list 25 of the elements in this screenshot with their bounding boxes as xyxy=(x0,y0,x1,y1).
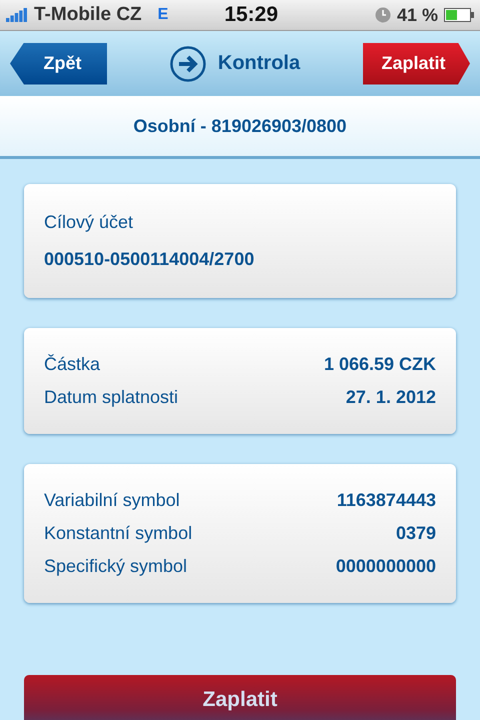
field-label: Specifický symbol xyxy=(44,556,188,577)
field-value: 000510-0500114004/2700 xyxy=(44,249,256,270)
account-label: Osobní - 819026903/0800 xyxy=(133,116,347,136)
pay-button[interactable]: Zaplatit xyxy=(363,42,470,84)
field-value: 27. 1. 2012 xyxy=(346,387,436,408)
carrier-name: T-Mobile CZ xyxy=(34,4,142,26)
field-value: 1163874443 xyxy=(336,490,436,511)
signal-icon xyxy=(6,8,28,22)
back-button[interactable]: Zpět xyxy=(10,42,107,84)
pay-submit-button[interactable]: Zaplatit xyxy=(24,675,456,720)
clock-time: 15:29 xyxy=(224,3,280,27)
field-value: 0379 xyxy=(396,523,436,544)
field-label: Datum splatnosti xyxy=(44,387,178,408)
field-label: Konstantní symbol xyxy=(44,523,192,544)
arrow-circle-icon xyxy=(170,46,206,82)
field-value: 1 066.59 CZK xyxy=(324,354,436,375)
field-label: Variabilní symbol xyxy=(44,490,180,511)
field-label: Částka xyxy=(44,354,100,375)
field-value: 0000000000 xyxy=(336,556,436,577)
clock-icon xyxy=(374,7,391,23)
screen-title: Kontrola xyxy=(218,52,300,75)
battery-percent: 41 % xyxy=(396,4,438,26)
network-type: E xyxy=(158,6,168,24)
battery-icon xyxy=(444,8,474,22)
field-label: Cílový účet xyxy=(44,212,134,233)
